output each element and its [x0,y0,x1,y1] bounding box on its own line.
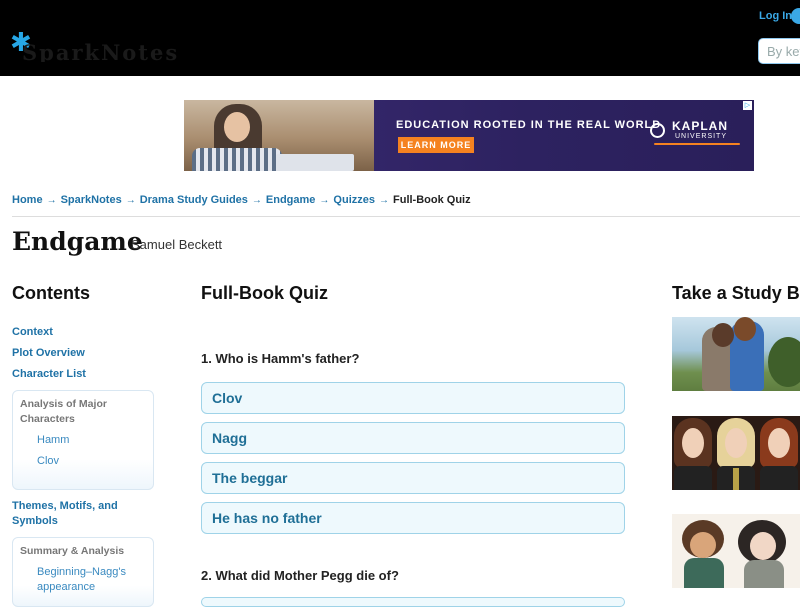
ad-headline: EDUCATION ROOTED IN THE REAL WORLD [396,119,662,131]
thumb-face [768,428,790,458]
thumb-portrait [672,416,714,490]
thumb-robe [674,466,712,490]
ad-brand-subtitle: UNIVERSITY [675,133,728,140]
study-break-thumbnail[interactable] [672,514,800,588]
ad-brand-swoosh [654,143,740,145]
sidebar-group-heading: Summary & Analysis [20,545,125,557]
user-icon[interactable] [791,8,800,24]
ad-photo [184,100,374,171]
login-link[interactable]: Log In [759,10,792,22]
quiz-question: 2. What did Mother Pegg die of? [201,568,399,583]
thumb-tree [768,337,800,387]
kaplan-logo-icon [650,123,665,138]
sidebar-item-beginning-line2[interactable]: appearance [37,580,95,595]
study-break-thumbnail[interactable] [672,416,800,490]
sidebar-item-plot-overview[interactable]: Plot Overview [12,346,85,361]
sidebar-item-beginning[interactable]: Beginning–Nagg's [37,565,126,580]
thumb-face [690,532,716,558]
site-logo-text[interactable]: SparkNotes [22,40,188,62]
ad-learn-more-button[interactable]: LEARN MORE [398,137,474,153]
sidebar-item-hamm[interactable]: Hamm [37,433,69,448]
header-divider [12,216,800,217]
breadcrumb-drama-study-guides[interactable]: Drama Study Guides [140,194,248,206]
breadcrumb-arrow-icon: → [379,195,389,206]
breadcrumb-sparknotes[interactable]: SparkNotes [61,194,122,206]
thumb-face [750,532,776,560]
thumb-portrait [715,416,757,490]
book-author: Samuel Beckett [131,237,223,252]
sidebar-group-heading-line2: Characters [20,413,75,425]
page-title: Endgame [12,227,143,256]
sidebar-group-summary: Summary & Analysis Beginning–Nagg's appe… [12,537,154,607]
breadcrumb-endgame[interactable]: Endgame [266,194,316,206]
contents-heading: Contents [12,283,90,303]
quiz-answer-option[interactable]: Nagg [201,422,625,454]
quiz-answer-option[interactable] [201,597,625,607]
thumb-tie [733,468,739,490]
thumb-face [725,428,747,458]
thumb-body [744,560,784,588]
quiz-question: 1. Who is Hamm's father? [201,351,360,366]
thumb-robe [760,466,798,490]
sidebar-item-context[interactable]: Context [12,325,53,340]
quiz-answer-option[interactable]: He has no father [201,502,625,534]
sidebar-group-character-analysis: Analysis of Major Characters Hamm Clov [12,390,154,490]
breadcrumb-arrow-icon: → [251,195,262,206]
ad-brand-name: KAPLAN [672,119,728,133]
thumb-head [712,323,734,347]
study-break-thumbnail[interactable] [672,317,800,391]
breadcrumb-current: Full-Book Quiz [393,194,471,206]
sidebar-item-themes[interactable]: Themes, Motifs, and [12,499,118,514]
study-break-heading: Take a Study Break [672,283,800,303]
breadcrumb: Home → SparkNotes → Drama Study Guides → Endga… [12,194,471,206]
sidebar-item-character-list[interactable]: Character List [12,367,86,382]
breadcrumb-arrow-icon: → [319,195,330,206]
breadcrumb-arrow-icon: → [46,195,57,206]
thumb-face [682,428,704,458]
quiz-title: Full-Book Quiz [201,283,328,303]
sidebar-item-clov[interactable]: Clov [37,454,59,469]
quiz-answer-option[interactable]: Clov [201,382,625,414]
site-header: ✱ SparkNotes Log In [0,0,800,76]
breadcrumb-home[interactable]: Home [12,194,43,206]
breadcrumb-arrow-icon: → [125,195,136,206]
breadcrumb-quizzes[interactable]: Quizzes [333,194,375,206]
advertisement-banner[interactable]: EDUCATION ROOTED IN THE REAL WORLD LEARN… [184,100,754,171]
ad-person-face [224,112,250,142]
ad-person-shirt [192,148,282,171]
thumb-body [684,558,724,588]
thumb-portrait [758,416,800,490]
sidebar-group-heading: Analysis of Major [20,398,107,410]
ad-choices-icon[interactable]: ▷ [743,101,752,110]
thumb-head [734,317,756,341]
sidebar-item-themes-line2[interactable]: Symbols [12,514,58,529]
ad-laptop [276,154,354,171]
quiz-answer-option[interactable]: The beggar [201,462,625,494]
search-input[interactable] [758,38,800,64]
